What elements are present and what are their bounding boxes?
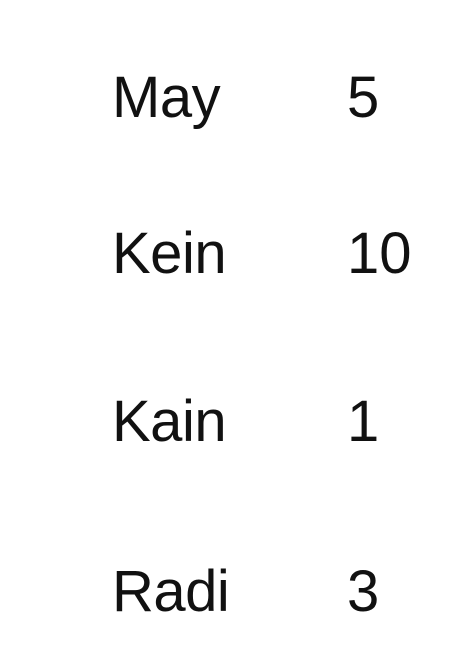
item-value: 3 (347, 559, 380, 624)
item-name: Kein (112, 221, 227, 286)
name-value-list: May 5 Kein 10 Kain 1 Radi 3 (0, 0, 456, 670)
item-value: 1 (347, 389, 380, 454)
list-item: Kein 10 (0, 224, 456, 284)
item-name: Kain (112, 389, 227, 454)
item-name: May (112, 65, 221, 130)
list-item: May 5 (0, 68, 456, 128)
item-value: 5 (347, 65, 380, 130)
item-name: Radi (112, 559, 230, 624)
list-item: Radi 3 (0, 562, 456, 622)
list-item: Kain 1 (0, 392, 456, 452)
item-value: 10 (347, 221, 412, 286)
